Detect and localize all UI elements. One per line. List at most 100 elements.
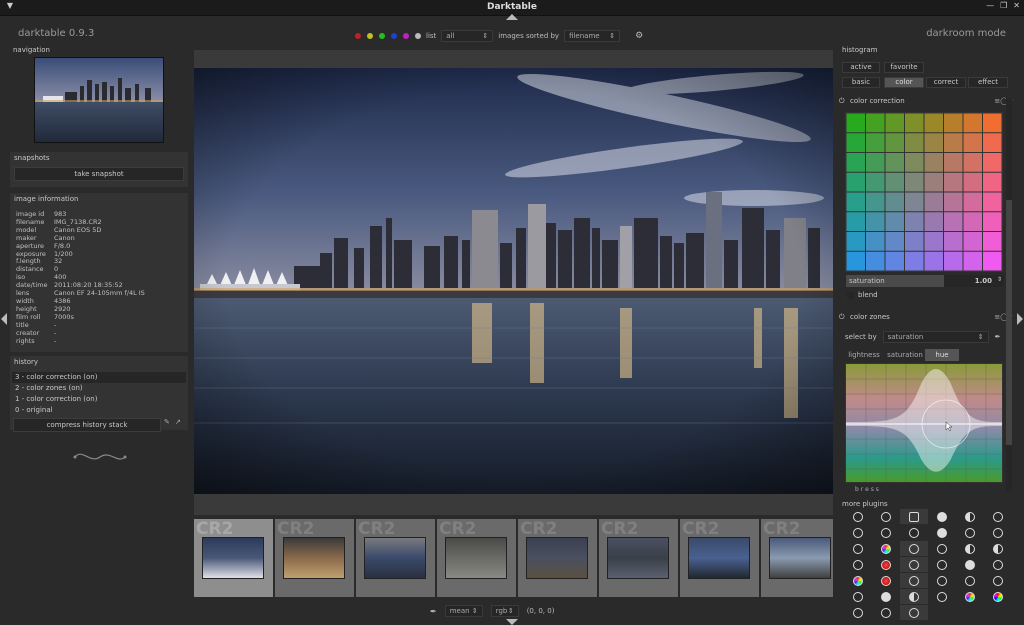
color-picker-icon[interactable]: ✒ [995, 333, 1001, 341]
blend-toggle[interactable]: blend [847, 291, 878, 299]
navigation-preview[interactable] [34, 57, 164, 143]
color-zones-tab-saturation[interactable]: saturation [885, 349, 925, 361]
plugin-toggle-27-icon[interactable] [900, 573, 928, 588]
plugin-toggle-14-icon[interactable] [872, 541, 900, 556]
plugin-toggle-25-icon[interactable] [844, 573, 872, 588]
color-label-5-icon[interactable] [403, 33, 409, 39]
plugin-toggle-31-icon[interactable] [844, 589, 872, 604]
plugin-toggle-1-icon[interactable] [844, 509, 872, 524]
plugin-toggle-6-icon[interactable] [984, 509, 1012, 524]
color-correction-header[interactable]: ⏻ color correction ≡◯⌃ [838, 97, 1014, 107]
color-correction-area[interactable] [845, 112, 1003, 272]
history-item[interactable]: 3 - color correction (on) [12, 372, 186, 383]
plugin-toggle-39-icon[interactable] [900, 605, 928, 620]
filmstrip-thumbnail[interactable]: CR2 [518, 519, 597, 597]
plugin-toggle-22-icon[interactable] [928, 557, 956, 572]
collapse-top-panel-icon[interactable] [506, 14, 518, 20]
plugin-toggle-17-icon[interactable] [956, 541, 984, 556]
maximize-icon[interactable]: ❐ [1000, 1, 1007, 10]
plugin-toggle-16-icon[interactable] [928, 541, 956, 556]
plugin-toggle-23-icon[interactable] [956, 557, 984, 572]
close-icon[interactable]: ✕ [1013, 1, 1020, 10]
plugin-toggle-32-icon[interactable] [872, 589, 900, 604]
filmstrip-thumbnail[interactable]: CR2 [761, 519, 833, 597]
compress-history-button[interactable]: compress history stack [13, 418, 161, 432]
color-zones-tab-lightness[interactable]: lightness [845, 349, 883, 361]
filmstrip-thumbnail[interactable]: CR2 [680, 519, 759, 597]
plugin-toggle-33-icon[interactable] [900, 589, 928, 604]
history-item[interactable]: 2 - color zones (on) [12, 383, 186, 394]
plugin-toggle-4-icon[interactable] [928, 509, 956, 524]
history-item[interactable]: 1 - color correction (on) [12, 394, 186, 405]
color-label-6-icon[interactable] [415, 33, 421, 39]
color-zones-header[interactable]: ⏻ color zones ≡◯⌃ [838, 313, 1014, 323]
plugin-toggle-15-icon[interactable] [900, 541, 928, 556]
picker-space-combo[interactable]: rgb ⇕ [490, 605, 519, 617]
filmstrip-thumbnail[interactable]: CR2 [599, 519, 678, 597]
filmstrip-thumbnail[interactable]: CR2 [437, 519, 516, 597]
thumbnail-image [688, 537, 750, 579]
plugin-toggle-3-icon[interactable] [900, 509, 928, 524]
color-label-4-icon[interactable] [391, 33, 397, 39]
plugin-toggle-37-icon[interactable] [844, 605, 872, 620]
history-item[interactable]: 0 - original [12, 405, 186, 416]
navigation-title[interactable]: navigation [9, 44, 54, 56]
history-pin-icon[interactable]: ✎ [164, 418, 172, 432]
plugin-toggle-24-icon[interactable] [984, 557, 1012, 572]
plugin-toggle-11-icon[interactable] [956, 525, 984, 540]
take-snapshot-button[interactable]: take snapshot [14, 167, 184, 181]
select-by-combo[interactable]: saturation ⇕ [882, 331, 989, 343]
plugin-toggle-10-icon[interactable] [928, 525, 956, 540]
tab-favorite[interactable]: favorite [884, 62, 924, 73]
tab-basic[interactable]: basic [842, 77, 880, 88]
image-information-title[interactable]: image information [10, 193, 188, 205]
plugin-toggle-29-icon[interactable] [956, 573, 984, 588]
gear-icon[interactable]: ⚙ [635, 31, 643, 41]
plugin-toggle-26-icon[interactable] [872, 573, 900, 588]
plugin-toggle-28-icon[interactable] [928, 573, 956, 588]
plugin-toggle-35-icon[interactable] [956, 589, 984, 604]
tab-color[interactable]: color [884, 77, 924, 88]
collapse-left-panel-icon[interactable] [1, 313, 7, 325]
plugin-toggle-18-icon[interactable] [984, 541, 1012, 556]
plugin-toggle-36-icon[interactable] [984, 589, 1012, 604]
plugin-toggle-20-icon[interactable] [872, 557, 900, 572]
right-panel-scroll-thumb[interactable] [1006, 200, 1012, 445]
plugin-toggle-9-icon[interactable] [900, 525, 928, 540]
filmstrip-thumbnail[interactable]: CR2 [275, 519, 354, 597]
plugin-toggle-30-icon[interactable] [984, 573, 1012, 588]
plugin-toggle-12-icon[interactable] [984, 525, 1012, 540]
tab-effect[interactable]: effect [968, 77, 1008, 88]
color-label-1-icon[interactable] [355, 33, 361, 39]
sort-combo[interactable]: filename ⇕ [564, 30, 621, 42]
collapse-bottom-panel-icon[interactable] [506, 619, 518, 625]
collapse-right-panel-icon[interactable] [1017, 313, 1023, 325]
view-mode-label[interactable]: darkroom mode [926, 28, 1006, 39]
history-export-icon[interactable]: ↗ [175, 418, 183, 432]
saturation-slider[interactable]: saturation 1.00 ⇕ [846, 275, 1004, 287]
snapshots-title[interactable]: snapshots [10, 152, 188, 164]
plugin-toggle-5-icon[interactable] [956, 509, 984, 524]
plugin-toggle-38-icon[interactable] [872, 605, 900, 620]
minimize-icon[interactable]: — [986, 1, 994, 10]
plugin-toggle-19-icon[interactable] [844, 557, 872, 572]
color-label-3-icon[interactable] [379, 33, 385, 39]
plugin-toggle-21-icon[interactable] [900, 557, 928, 572]
plugin-toggle-2-icon[interactable] [872, 509, 900, 524]
tab-correct[interactable]: correct [926, 77, 966, 88]
filmstrip-thumbnail[interactable]: CR2 [356, 519, 435, 597]
color-label-2-icon[interactable] [367, 33, 373, 39]
color-zones-tab-hue[interactable]: hue [925, 349, 959, 361]
picker-mode-combo[interactable]: mean ⇕ [444, 605, 483, 617]
filmstrip-thumbnail[interactable]: CR2 [194, 519, 273, 597]
list-filter-combo[interactable]: all ⇕ [441, 30, 494, 42]
plugin-toggle-13-icon[interactable] [844, 541, 872, 556]
plugin-toggle-34-icon[interactable] [928, 589, 956, 604]
history-title[interactable]: history [10, 356, 188, 368]
color-zones-graph[interactable] [845, 363, 1003, 483]
main-image[interactable] [194, 68, 833, 494]
plugin-toggle-8-icon[interactable] [872, 525, 900, 540]
color-picker-icon[interactable]: ✒ [430, 607, 437, 616]
plugin-toggle-7-icon[interactable] [844, 525, 872, 540]
tab-active[interactable]: active [842, 62, 880, 73]
